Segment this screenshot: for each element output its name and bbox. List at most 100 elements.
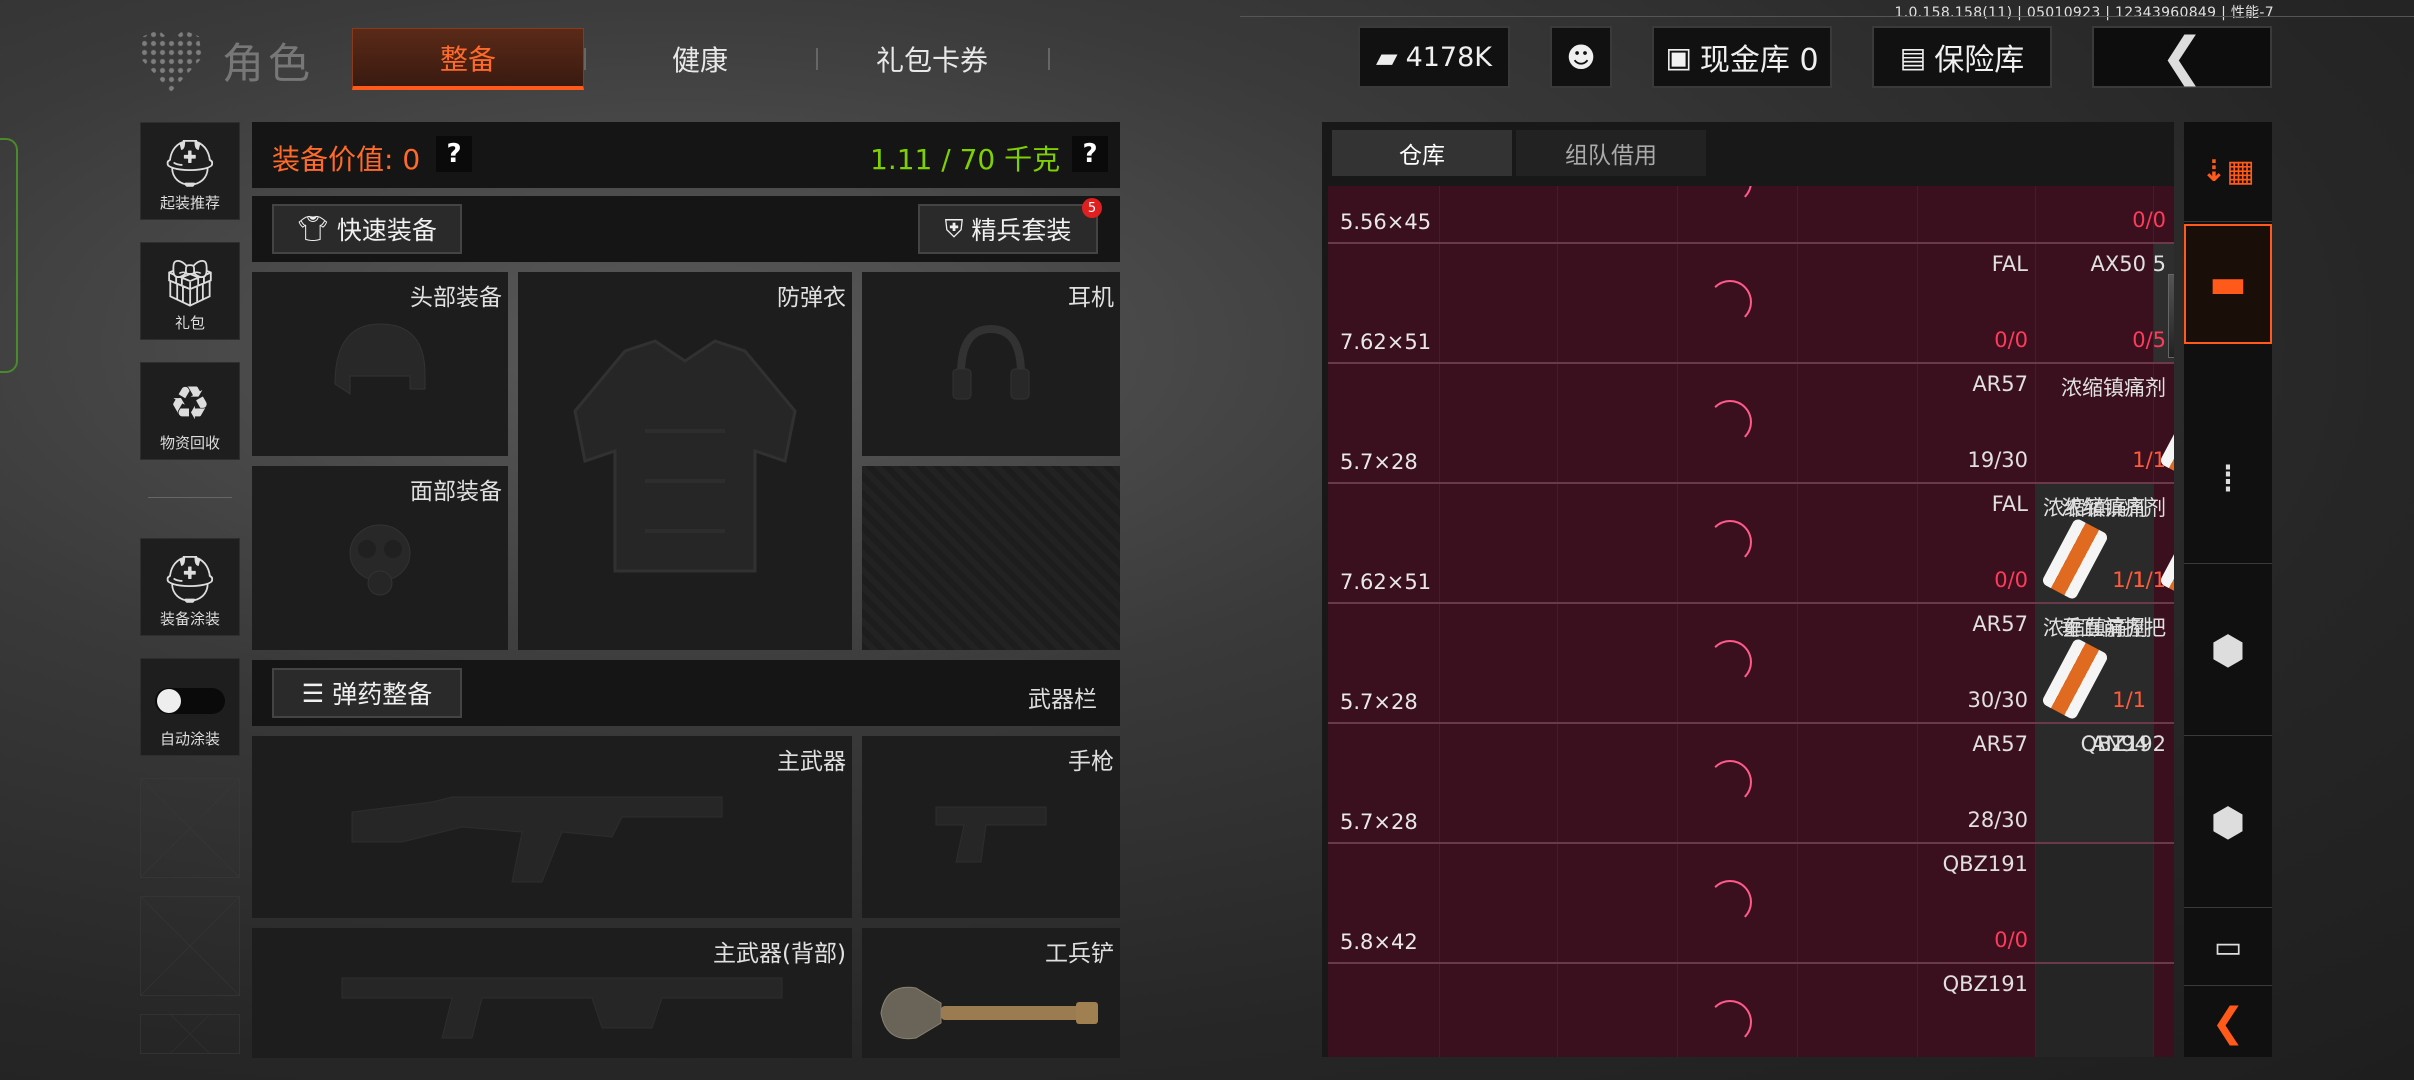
sidebar-item-label: 装备涂装 [159,610,220,628]
storage-cell[interactable] [1558,484,1678,602]
storage-cell[interactable] [1918,186,2036,242]
sidebar-item-paint[interactable]: ⛑ 装备涂装 [140,538,240,636]
sidebar-item-recommend[interactable]: ⛑ 起装推荐 [140,122,240,220]
sidebar-item-auto-paint[interactable]: 自动涂装 [140,658,240,756]
loading-spinner-icon [1708,1000,1752,1044]
sidebar-item-label: 礼包 [174,314,205,332]
sidebar-divider [148,497,232,498]
storage-cell[interactable] [1798,964,1918,1057]
ammo-prep-button[interactable]: ☰ 弹药整备 [272,668,462,718]
insurance-vault-button[interactable]: ▤ 保险库 [1872,26,2052,88]
shovel-slot[interactable]: 工兵铲 [862,928,1120,1058]
tab-gift-coupons[interactable]: 礼包卡券 [832,28,1032,90]
loading-spinner-icon [1708,400,1752,444]
sidebar-item-recycle[interactable]: ♻ 物资回收 [140,362,240,460]
storage-cell[interactable] [1798,244,1918,362]
avatar-button[interactable]: ☻ [1550,26,1612,88]
cash-vault-button[interactable]: ▣ 现金库 0 [1652,26,1832,88]
auto-paint-toggle[interactable] [155,688,225,714]
money-display[interactable]: ▰ 4178K [1358,26,1510,88]
storage-row: QBZ191 [1328,962,2174,1057]
item-count: 0/0 [2132,208,2166,232]
storage-cell[interactable] [1440,964,1558,1057]
sidebar-item-gift[interactable]: 🎁︎ 礼包 [140,242,240,340]
left-edge-handle[interactable] [0,138,18,373]
storage-cell[interactable] [1558,844,1678,962]
head-gear-slot[interactable]: 头部装备 [252,272,508,456]
storage-cell[interactable] [1798,364,1918,482]
primary-weapon-slot[interactable]: 主武器 [252,736,852,918]
storage-cell[interactable] [1440,484,1558,602]
sidebar-item-label: 自动涂装 [159,730,220,748]
empty-sidebar-slot [140,896,240,996]
page-title: 角色 [222,39,315,88]
back-button[interactable]: ❮ [2092,26,2272,88]
tab-warehouse[interactable]: 仓库 [1332,130,1512,176]
storage-cell[interactable] [1558,364,1678,482]
rail-item-box-2[interactable]: ⬢ [2184,738,2272,908]
slot-label: 头部装备 [410,285,502,311]
box-icon: ⬢ [2210,799,2246,846]
chevron-left-icon: ❮ [2211,1000,2245,1046]
tab-health[interactable]: 健康 [600,28,800,90]
rail-item-box[interactable]: ⬢ [2184,566,2272,736]
headset-slot[interactable]: 耳机 [862,272,1120,456]
storage-cell[interactable] [1440,844,1558,962]
tab-equip[interactable]: 整备 [352,28,584,90]
tab-separator [1048,48,1050,70]
insurance-label: 保险库 [1934,43,2025,78]
storage-cell[interactable] [1558,186,1678,242]
storage-cell[interactable] [1440,186,1558,242]
rail-item-ammo[interactable]: ⁞ [2184,394,2272,564]
slot-label: 面部装备 [410,479,502,505]
quick-equip-button[interactable]: 👕︎ 快速装备 [272,204,462,254]
storage-cell[interactable] [1328,964,1440,1057]
storage-cell[interactable] [1440,604,1558,722]
item-count: 28/30 [1967,808,2028,832]
sort-icon[interactable]: ⇣▦ [2184,122,2272,222]
storage-cell[interactable] [2036,844,2154,962]
weight-help-icon[interactable]: ? [1072,136,1108,172]
weapon-bar-label: 武器栏 [1028,687,1097,713]
item-name: AX50 5 [2090,252,2166,276]
elite-set-button[interactable]: ⛨ 精兵套装 5 [918,198,1102,254]
tab-team-borrow[interactable]: 组队借用 [1516,130,1706,176]
primary-back-weapon-slot[interactable]: 主武器(背部) [252,928,852,1058]
storage-row: 5.8×42 QBZ191 0/0 [1328,842,2174,962]
storage-cell[interactable] [2036,964,2154,1057]
slot-label: 耳机 [1068,285,1114,311]
body-armor-slot[interactable]: 防弹衣 [518,272,852,650]
storage-cell[interactable] [1558,244,1678,362]
rail-item-case[interactable]: ▬ [2184,224,2272,344]
item-count: 30/30 [1967,688,2028,712]
storage-cell[interactable] [1798,186,1918,242]
notification-badge: 5 [1082,198,1102,218]
version-info: 1.0.158.158(11) | 05010923 | 12343960849… [1894,5,2274,21]
rail-item-crate[interactable]: ▭ [2184,910,2272,986]
storage-cell[interactable] [1558,964,1678,1057]
storage-cell[interactable] [1558,604,1678,722]
face-gear-slot[interactable]: 面部装备 [252,466,508,650]
storage-cell[interactable] [1798,604,1918,722]
storage-cell[interactable] [1440,364,1558,482]
paint-helmet-icon: ⛑ [160,552,220,606]
tab-separator [584,48,586,70]
empty-sidebar-slot [140,778,240,878]
storage-cell[interactable] [1440,724,1558,842]
storage-cell[interactable] [1798,844,1918,962]
storage-cell[interactable] [2154,844,2174,962]
vest-icon [518,272,852,650]
tab-separator [816,48,818,70]
rail-collapse-button[interactable]: ❮ [2184,988,2272,1058]
shield-icon: ⛨ [944,214,964,243]
value-help-icon[interactable]: ? [436,136,472,172]
storage-cell[interactable] [2154,964,2174,1057]
ammo-type-label: 5.7×28 [1340,450,1418,474]
storage-cell[interactable] [1798,484,1918,602]
pistol-slot[interactable]: 手枪 [862,736,1120,918]
storage-cell[interactable] [1558,724,1678,842]
rifle-icon [252,736,852,918]
storage-cell[interactable] [1440,244,1558,362]
item-count: 19/30 [1967,448,2028,472]
storage-cell[interactable] [1798,724,1918,842]
